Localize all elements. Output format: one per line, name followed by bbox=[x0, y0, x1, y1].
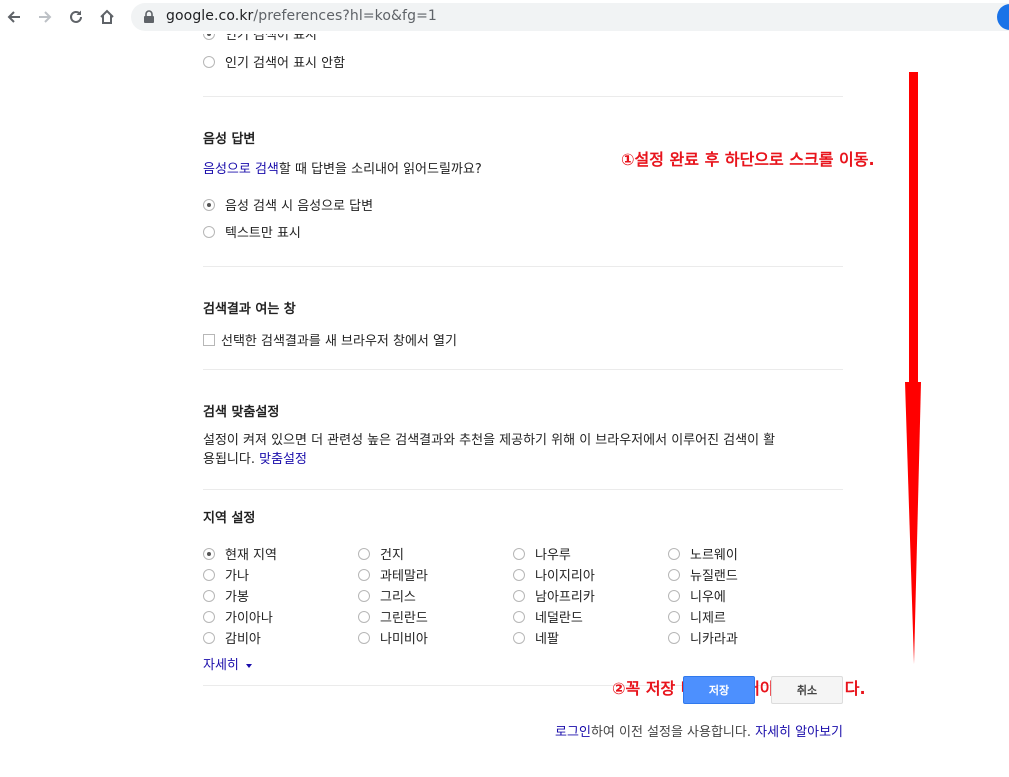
login-footer: 로그인하여 이전 설정을 사용합니다. 자세히 알아보기 bbox=[555, 725, 843, 740]
learn-more-link[interactable]: 자세히 알아보기 bbox=[755, 725, 843, 740]
arrow-head bbox=[905, 382, 921, 664]
save-button[interactable]: 저장 bbox=[683, 676, 755, 704]
annotation-step1: ①설정 완료 후 하단으로 스크롤 이동. bbox=[621, 150, 875, 169]
cancel-button[interactable]: 취소 bbox=[771, 676, 843, 704]
arrow-shaft bbox=[909, 72, 918, 384]
annotation-arrow bbox=[905, 72, 921, 664]
login-link[interactable]: 로그인 bbox=[555, 725, 591, 740]
